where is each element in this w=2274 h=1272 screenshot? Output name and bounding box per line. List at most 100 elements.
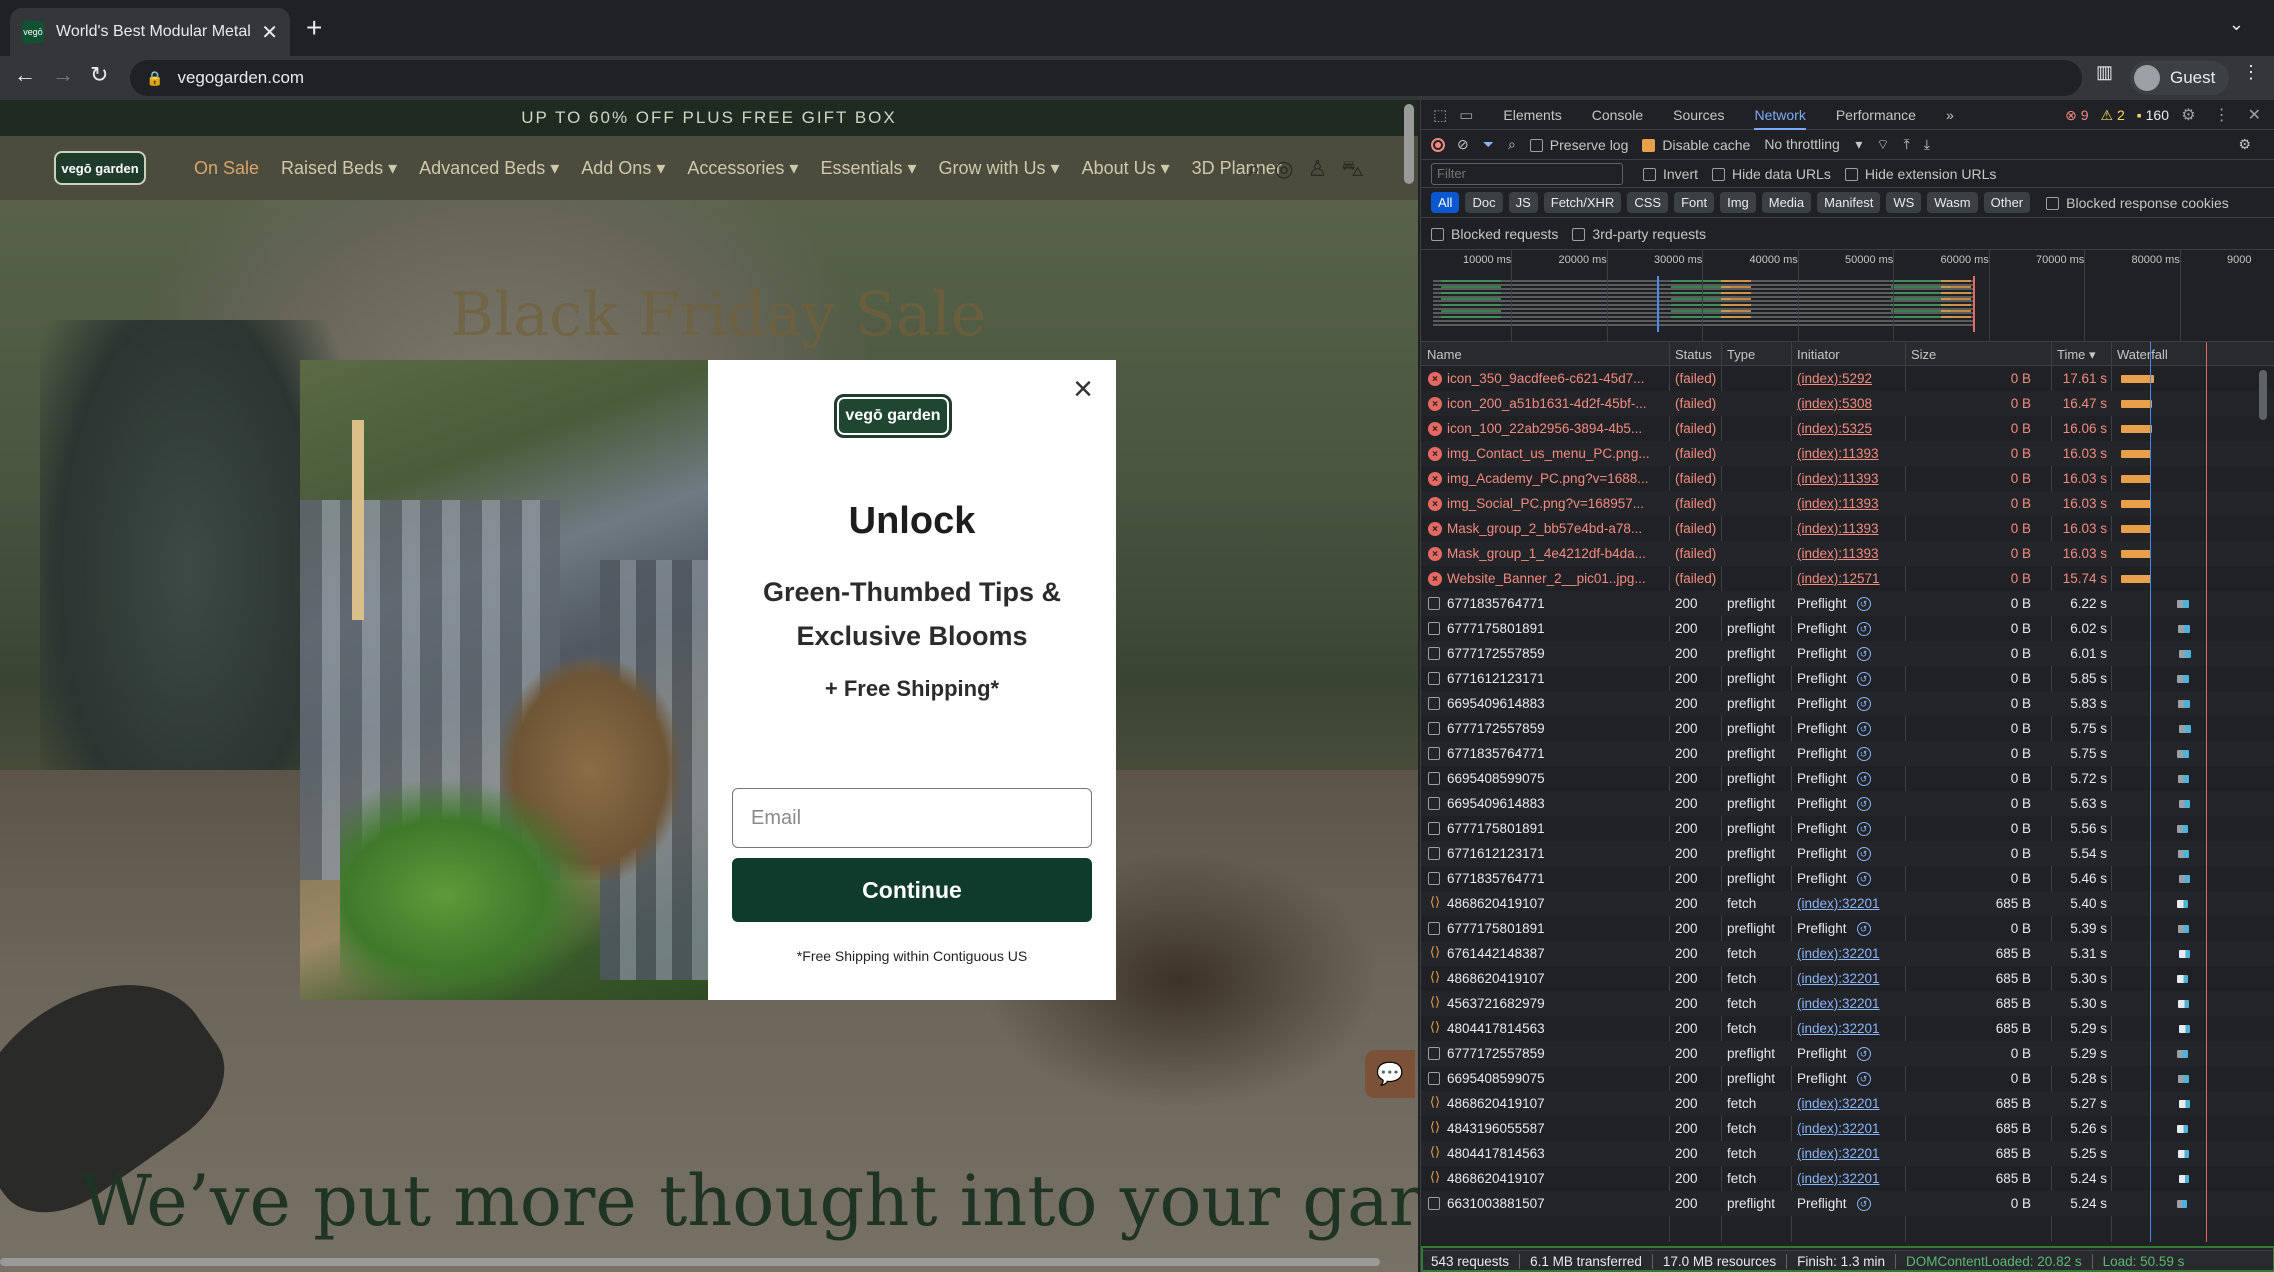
table-row[interactable]: 6771612123171 200 preflight Preflight ↺ 0 B 5.… xyxy=(1421,841,2274,866)
cell-initiator[interactable]: (index):11393 xyxy=(1797,496,1907,511)
address-bar[interactable]: 🔒 vegogarden.com xyxy=(130,60,2082,96)
table-row[interactable]: ⟨⟩ 4868620419107 200 fetch (index):32201 685 … xyxy=(1421,966,2274,991)
requests-table-body[interactable]: × icon_350_9acdfee6-c621-45d7... (failed) (… xyxy=(1421,366,2274,1242)
table-row[interactable]: ⟨⟩ 4563721682979 200 fetch (index):32201 685 … xyxy=(1421,991,2274,1016)
third-party-requests-checkbox[interactable]: 3rd-party requests xyxy=(1572,226,1706,242)
initiator-link[interactable]: (index):32201 xyxy=(1797,996,1880,1011)
table-row[interactable]: 6777175801891 200 preflight Preflight ↺ 0 B 5.… xyxy=(1421,816,2274,841)
table-row[interactable]: 6777172557859 200 preflight Preflight ↺ 0 B 5.… xyxy=(1421,716,2274,741)
initiator-link[interactable]: (index):32201 xyxy=(1797,971,1880,986)
requests-scrollbar[interactable] xyxy=(2259,370,2267,420)
initiator-link[interactable]: Preflight xyxy=(1797,1196,1847,1211)
cell-initiator[interactable]: Preflight ↺ xyxy=(1797,796,1907,812)
initiator-link[interactable]: Preflight xyxy=(1797,596,1847,611)
table-row[interactable]: × Website_Banner_2__pic01..jpg... (failed)… xyxy=(1421,566,2274,591)
close-devtools-icon[interactable]: ✕ xyxy=(2248,105,2261,125)
initiator-link[interactable]: Preflight xyxy=(1797,1046,1847,1061)
column-header[interactable]: Name xyxy=(1427,347,1462,362)
initiator-link[interactable]: (index):11393 xyxy=(1797,521,1879,536)
table-row[interactable]: × icon_350_9acdfee6-c621-45d7... (failed) (… xyxy=(1421,366,2274,391)
cell-initiator[interactable]: Preflight ↺ xyxy=(1797,646,1907,662)
preflight-icon[interactable]: ↺ xyxy=(1856,647,1871,662)
table-row[interactable]: ⟨⟩ 6761442148387 200 fetch (index):32201 685 … xyxy=(1421,941,2274,966)
initiator-link[interactable]: Preflight xyxy=(1797,721,1847,736)
cell-initiator[interactable]: Preflight ↺ xyxy=(1797,846,1907,862)
type-filter-chip[interactable]: JS xyxy=(1508,192,1538,213)
type-filter-chip[interactable]: CSS xyxy=(1627,192,1669,213)
column-header[interactable]: Time ▾ xyxy=(2057,347,2096,363)
cell-initiator[interactable]: (index):32201 xyxy=(1797,996,1907,1011)
reload-icon[interactable]: ↻ xyxy=(90,62,108,88)
forward-icon[interactable]: → xyxy=(52,62,74,88)
filter-input[interactable] xyxy=(1431,162,1623,185)
type-filter-chip[interactable]: Doc xyxy=(1465,192,1503,213)
type-filter-chip[interactable]: Img xyxy=(1720,192,1756,213)
cell-initiator[interactable]: Preflight ↺ xyxy=(1797,621,1907,637)
profile-button[interactable]: Guest xyxy=(2130,61,2230,95)
type-filter-chip[interactable]: Font xyxy=(1674,192,1715,213)
page-horizontal-scrollbar[interactable] xyxy=(0,1258,1380,1266)
cell-initiator[interactable]: (index):11393 xyxy=(1797,546,1907,561)
table-row[interactable]: 6695408599075 200 preflight Preflight ↺ 0 B 5.… xyxy=(1421,766,2274,791)
tab-close-icon[interactable]: ✕ xyxy=(261,20,278,45)
initiator-link[interactable]: (index):5292 xyxy=(1797,371,1872,386)
more-tabs-icon[interactable]: » xyxy=(1946,107,1954,123)
table-row[interactable]: 6695409614883 200 preflight Preflight ↺ 0 B 5.… xyxy=(1421,691,2274,716)
hide-data-urls-checkbox[interactable]: Hide data URLs xyxy=(1712,166,1831,182)
cell-initiator[interactable]: Preflight ↺ xyxy=(1797,721,1907,737)
preflight-icon[interactable]: ↺ xyxy=(1856,797,1871,812)
clear-icon[interactable]: ⊘ xyxy=(1457,136,1469,153)
continue-button[interactable]: Continue xyxy=(732,858,1092,922)
preflight-icon[interactable]: ↺ xyxy=(1856,672,1871,687)
preflight-icon[interactable]: ↺ xyxy=(1856,1072,1871,1087)
table-row[interactable]: 6771835764771 200 preflight Preflight ↺ 0 B 5.… xyxy=(1421,741,2274,766)
initiator-link[interactable]: (index):11393 xyxy=(1797,496,1879,511)
account-icon[interactable]: ♙ xyxy=(1308,156,1328,185)
initiator-link[interactable]: (index):5308 xyxy=(1797,396,1872,411)
settings-gear-icon[interactable]: ⚙ xyxy=(2181,105,2195,125)
cart-icon[interactable]: ⛍ xyxy=(1341,156,1364,185)
initiator-link[interactable]: Preflight xyxy=(1797,846,1847,861)
initiator-link[interactable]: Preflight xyxy=(1797,821,1847,836)
page-vertical-scrollbar[interactable] xyxy=(1404,104,1414,184)
chat-icon[interactable]: 💬 xyxy=(1365,1050,1415,1098)
nav-link[interactable]: About Us ▾ xyxy=(1082,158,1170,179)
column-header[interactable]: Type xyxy=(1727,347,1755,362)
issue-counts[interactable]: ⊗ 9 ⚠ 2 ▪ 160 xyxy=(2065,107,2169,124)
table-row[interactable]: 6771835764771 200 preflight Preflight ↺ 0 B 6.… xyxy=(1421,591,2274,616)
initiator-link[interactable]: (index):32201 xyxy=(1797,896,1880,911)
nav-link[interactable]: Grow with Us ▾ xyxy=(939,158,1060,179)
cell-initiator[interactable]: (index):11393 xyxy=(1797,521,1907,536)
nav-link[interactable]: Advanced Beds ▾ xyxy=(419,158,559,179)
table-row[interactable]: ⟨⟩ 4804417814563 200 fetch (index):32201 685 … xyxy=(1421,1016,2274,1041)
initiator-link[interactable]: Preflight xyxy=(1797,621,1847,636)
invert-checkbox[interactable]: Invert xyxy=(1643,166,1698,182)
throttling-select[interactable]: No throttling ▾ xyxy=(1764,136,1862,153)
devtools-tab-sources[interactable]: Sources xyxy=(1673,107,1724,123)
initiator-link[interactable]: (index):32201 xyxy=(1797,946,1880,961)
initiator-link[interactable]: Preflight xyxy=(1797,771,1847,786)
cell-initiator[interactable]: Preflight ↺ xyxy=(1797,871,1907,887)
tab-search-chevron-icon[interactable]: ⌄ xyxy=(2229,14,2244,35)
initiator-link[interactable]: (index):12571 xyxy=(1797,571,1880,586)
inspect-element-icon[interactable]: ⬚ xyxy=(1433,106,1447,124)
cell-initiator[interactable]: Preflight ↺ xyxy=(1797,596,1907,612)
table-row[interactable]: × img_Contact_us_menu_PC.png... (failed) (i… xyxy=(1421,441,2274,466)
preflight-icon[interactable]: ↺ xyxy=(1856,597,1871,612)
initiator-link[interactable]: Preflight xyxy=(1797,796,1847,811)
table-row[interactable]: × img_Social_PC.png?v=168957... (failed) (i… xyxy=(1421,491,2274,516)
table-row[interactable]: × img_Academy_PC.png?v=1688... (failed) (in… xyxy=(1421,466,2274,491)
table-row[interactable]: 6777175801891 200 preflight Preflight ↺ 0 B 6.… xyxy=(1421,616,2274,641)
devtools-tab-network[interactable]: Network xyxy=(1754,100,1806,130)
nav-link[interactable]: Add Ons ▾ xyxy=(581,158,665,179)
table-row[interactable]: ⟨⟩ 4804417814563 200 fetch (index):32201 685 … xyxy=(1421,1141,2274,1166)
initiator-link[interactable]: Preflight xyxy=(1797,871,1847,886)
browser-tab[interactable]: vegō World's Best Modular Metal R ✕ xyxy=(10,8,290,56)
table-row[interactable]: ⟨⟩ 4843196055587 200 fetch (index):32201 685 … xyxy=(1421,1116,2274,1141)
initiator-link[interactable]: (index):11393 xyxy=(1797,446,1879,461)
nav-link[interactable]: Raised Beds ▾ xyxy=(281,158,397,179)
record-icon[interactable] xyxy=(1431,137,1445,152)
promo-banner[interactable]: UP TO 60% OFF PLUS FREE GIFT BOX xyxy=(0,100,1418,136)
preflight-icon[interactable]: ↺ xyxy=(1856,747,1871,762)
type-filter-chip[interactable]: WS xyxy=(1886,192,1922,213)
